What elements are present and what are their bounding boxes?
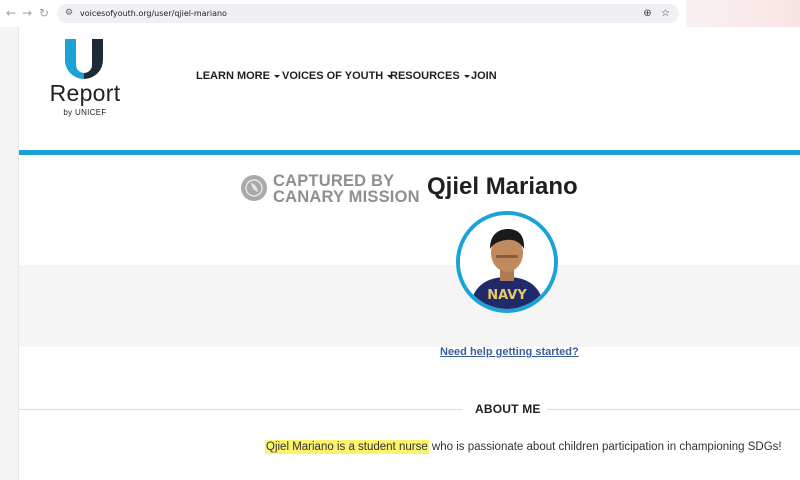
nav-label: RESOURCES (390, 70, 460, 82)
about-divider-left (19, 409, 463, 410)
canary-bird-icon (241, 175, 267, 201)
nav-label: JOIN (471, 70, 497, 82)
about-divider-right (547, 409, 800, 410)
page-margin (0, 27, 18, 480)
about-title: ABOUT ME (475, 402, 541, 416)
nav-label: LEARN MORE (196, 70, 270, 82)
star-icon[interactable]: ☆ (659, 7, 672, 20)
profile-photo: NAVY (460, 215, 554, 309)
chevron-down-icon (273, 74, 280, 78)
logo-byline: by UNICEF (63, 108, 107, 117)
url-text[interactable]: voicesofyouth.org/user/qjiel-mariano (80, 4, 227, 23)
nav-label: VOICES OF YOUTH (282, 70, 384, 82)
zoom-icon[interactable]: ⊕ (641, 7, 654, 20)
header-divider (19, 150, 800, 155)
logo-wordmark: Report (49, 80, 121, 106)
bio-rest: who is passionate about children partici… (428, 441, 782, 453)
reload-icon[interactable]: ↻ (37, 6, 51, 20)
nav-voices-of-youth[interactable]: VOICES OF YOUTH (282, 70, 394, 82)
site-info-icon[interactable]: ⚙ (65, 8, 76, 19)
canary-mission-watermark: CAPTURED BY CANARY MISSION (241, 172, 420, 206)
arrow-left-icon[interactable]: ← (4, 6, 18, 20)
bio-text: Qjiel Mariano is a student nurse who is … (265, 440, 782, 454)
bio-highlight: Qjiel Mariano is a student nurse (265, 440, 429, 454)
profile-name: Qjiel Mariano (427, 173, 578, 200)
watermark-line-2: CANARY MISSION (273, 188, 420, 206)
nav-join[interactable]: JOIN (471, 70, 497, 82)
u-logo-icon (65, 39, 103, 79)
chevron-down-icon (463, 74, 470, 78)
help-link[interactable]: Need help getting started? (440, 346, 579, 358)
arrow-right-icon[interactable]: → (20, 6, 34, 20)
avatar: NAVY (456, 211, 558, 313)
blurred-region (686, 0, 800, 27)
nav-learn-more[interactable]: LEARN MORE (196, 70, 280, 82)
browser-toolbar: ← → ↻ ⚙ voicesofyouth.org/user/qjiel-mar… (0, 0, 800, 27)
address-bar[interactable]: ⚙ voicesofyouth.org/user/qjiel-mariano ⊕… (57, 4, 679, 23)
nav-resources[interactable]: RESOURCES (390, 70, 470, 82)
web-page: Report by UNICEF LEARN MORE VOICES OF YO… (18, 27, 800, 480)
ureport-logo[interactable]: Report by UNICEF (49, 39, 121, 119)
profile-banner (19, 265, 800, 347)
shirt-text: NAVY (487, 288, 527, 303)
